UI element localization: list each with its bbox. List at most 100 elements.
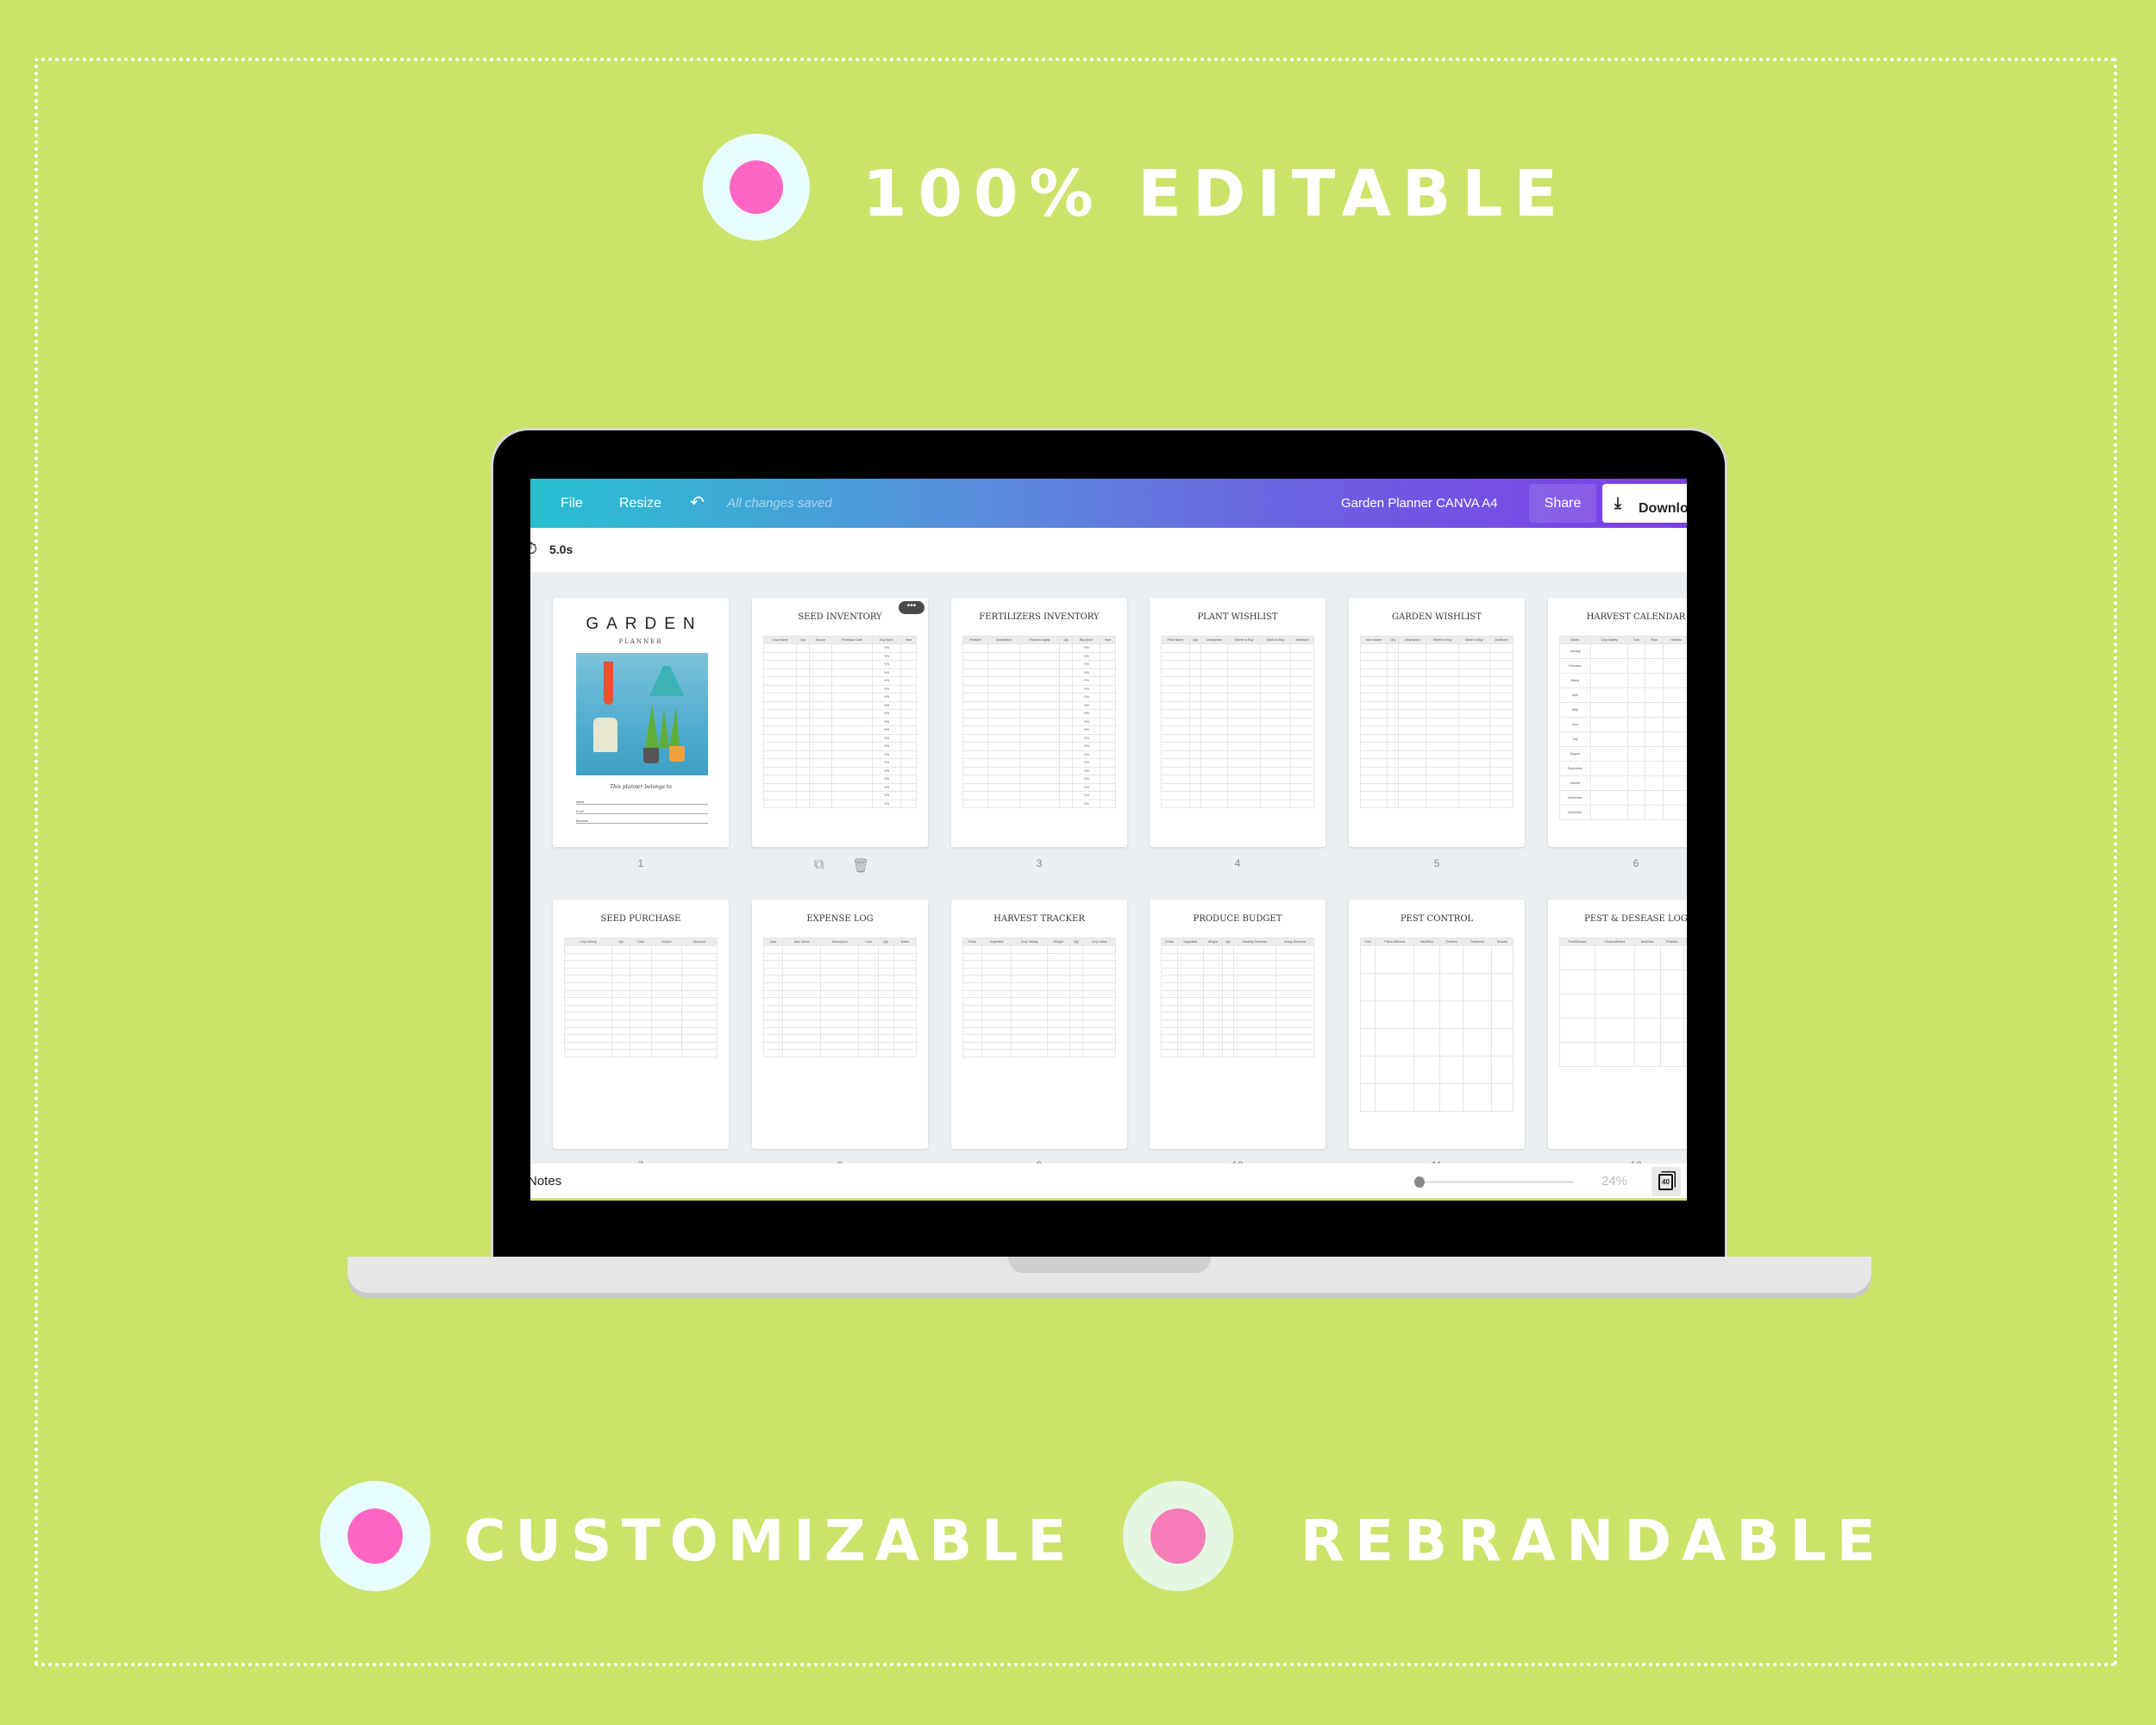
table-cell [1375, 973, 1415, 1001]
zoom-slider-handle[interactable] [1414, 1176, 1425, 1188]
table-cell [1398, 684, 1427, 693]
table-row [563, 982, 718, 991]
column-header: Qty [877, 938, 894, 946]
table-cell: Y/N [872, 725, 901, 735]
table-cell [962, 643, 989, 653]
page-grid-button[interactable]: 40 [1651, 1167, 1681, 1196]
table-cell [1059, 651, 1074, 661]
table-cell [962, 742, 989, 751]
resize-button[interactable]: Resize [619, 479, 661, 528]
table-cell [893, 1026, 918, 1036]
table-cell [1275, 997, 1315, 1006]
table-cell [893, 1041, 918, 1051]
duplicate-page-icon[interactable]: ⧉ [814, 857, 824, 873]
table-cell [899, 799, 918, 808]
table-cell [987, 791, 1020, 800]
table-cell [899, 733, 918, 743]
table-cell [1589, 775, 1629, 791]
table-cell [820, 1034, 860, 1043]
table-cell [893, 982, 918, 991]
table-cell [1627, 702, 1645, 718]
stopwatch-icon[interactable]: ⏱ [530, 540, 537, 558]
table-cell [1233, 1012, 1276, 1020]
zoom-slider[interactable] [1414, 1176, 1574, 1188]
table-cell [1233, 1034, 1276, 1043]
table-cell [1161, 791, 1190, 800]
table-cell [1259, 709, 1292, 718]
table-cell [1490, 1056, 1514, 1084]
page-thumbnail[interactable]: GARDEN PLANNER This planner belongs to N… [553, 598, 729, 847]
table-cell [1359, 725, 1388, 735]
undo-icon[interactable]: ↶ [690, 479, 705, 528]
table-cell [1398, 791, 1427, 800]
table-row: Y/N [763, 651, 918, 661]
table-cell [1018, 775, 1061, 784]
table-cell [795, 668, 811, 677]
table-row: March [1559, 673, 1687, 688]
table-cell [1644, 731, 1664, 747]
page-thumbnail[interactable]: SEED INVENTORY Crop Name Qty Source Purchase… [752, 598, 928, 847]
table-cell [1413, 1000, 1440, 1029]
table-cell: April [1559, 687, 1591, 703]
page-thumbnail[interactable]: FERTILIZERS INVENTORY Fertilizer Descripti… [951, 598, 1127, 847]
table-cell [1413, 1028, 1440, 1057]
notes-button[interactable]: Notes [530, 1174, 561, 1189]
table-cell [877, 1041, 894, 1051]
laptop-base [348, 1257, 1871, 1293]
page-thumbnail[interactable]: PEST CONTROL Pest Plants Affected Bed/Row Pr… [1349, 900, 1525, 1149]
file-menu[interactable]: File [561, 479, 583, 528]
table-cell [1589, 702, 1629, 718]
table-cell [1227, 684, 1261, 693]
table-cell [1290, 651, 1314, 661]
table-cell [1359, 1000, 1376, 1029]
table-row: October [1559, 775, 1687, 791]
table-cell [763, 709, 797, 718]
table-cell: Y/N [1072, 700, 1101, 710]
table-cell [877, 982, 894, 991]
table-cell [1227, 717, 1261, 726]
table-row [1161, 700, 1314, 710]
page-thumbnail[interactable]: PLANT WISHLIST Plant Name Qty Description Wh… [1150, 598, 1326, 847]
table-cell [809, 660, 832, 669]
page-thumbnail[interactable]: PEST & DESEASE LOG Pest/Disease Plants Aff… [1548, 900, 1687, 1149]
table-cell [1490, 945, 1514, 974]
table-row: Y/N [962, 750, 1116, 759]
download-button[interactable]: ⤓ Download [1602, 484, 1687, 523]
page-thumbnail[interactable]: GARDEN WISHLIST Item Name Qty Description Wh… [1349, 598, 1525, 847]
page-thumbnail[interactable]: EXPENSE LOG Date Item Name Description Cost Q… [752, 900, 928, 1149]
table-cell [1359, 700, 1388, 710]
table-cell [1200, 709, 1229, 718]
table-cell [987, 700, 1020, 710]
table-row [1161, 945, 1315, 954]
table-cell [1426, 651, 1459, 661]
table-cell [1644, 643, 1664, 659]
page-thumbnail[interactable]: PRODUCE BUDGET Fruits Vegetable Weight Qty Mo… [1150, 900, 1326, 1149]
share-button[interactable]: Share [1529, 484, 1596, 523]
delete-page-icon[interactable]: 🗑︎ [852, 857, 869, 875]
table-cell [899, 693, 918, 702]
table-cell [1489, 775, 1514, 784]
table-cell [1059, 668, 1074, 677]
zoom-level[interactable]: 24% [1601, 1174, 1627, 1189]
table-cell [1059, 799, 1074, 808]
table-cell [1290, 700, 1314, 710]
table-cell [1227, 750, 1261, 759]
table-cell: Y/N [872, 799, 901, 808]
table-cell [1227, 799, 1261, 808]
table-cell [1200, 733, 1229, 743]
document-title[interactable]: Garden Planner CANVA A4 [1341, 479, 1498, 528]
table-row: June [1559, 717, 1687, 732]
table-cell [1100, 643, 1116, 653]
more-options-button[interactable]: ••• [899, 601, 924, 614]
page-thumbnail[interactable]: HARVEST TRACKER Fruits Vegetable Crop Varie… [951, 900, 1127, 1149]
table-cell [962, 709, 989, 718]
table-row: Y/N [763, 700, 918, 710]
table-cell [1359, 733, 1388, 743]
table-cell [1202, 1004, 1223, 1013]
timer-value[interactable]: 5.0s [549, 543, 573, 556]
page-thumbnail[interactable]: HARVEST CALENDAR Month Crop Variety Sow Plan… [1548, 598, 1687, 847]
table-row [563, 1034, 718, 1043]
page-thumbnail[interactable]: SEED PURCHASE Crop Variety Qty Cost Source Di… [553, 900, 729, 1149]
table-cell [1161, 1041, 1178, 1051]
table-cell [1011, 1049, 1048, 1057]
